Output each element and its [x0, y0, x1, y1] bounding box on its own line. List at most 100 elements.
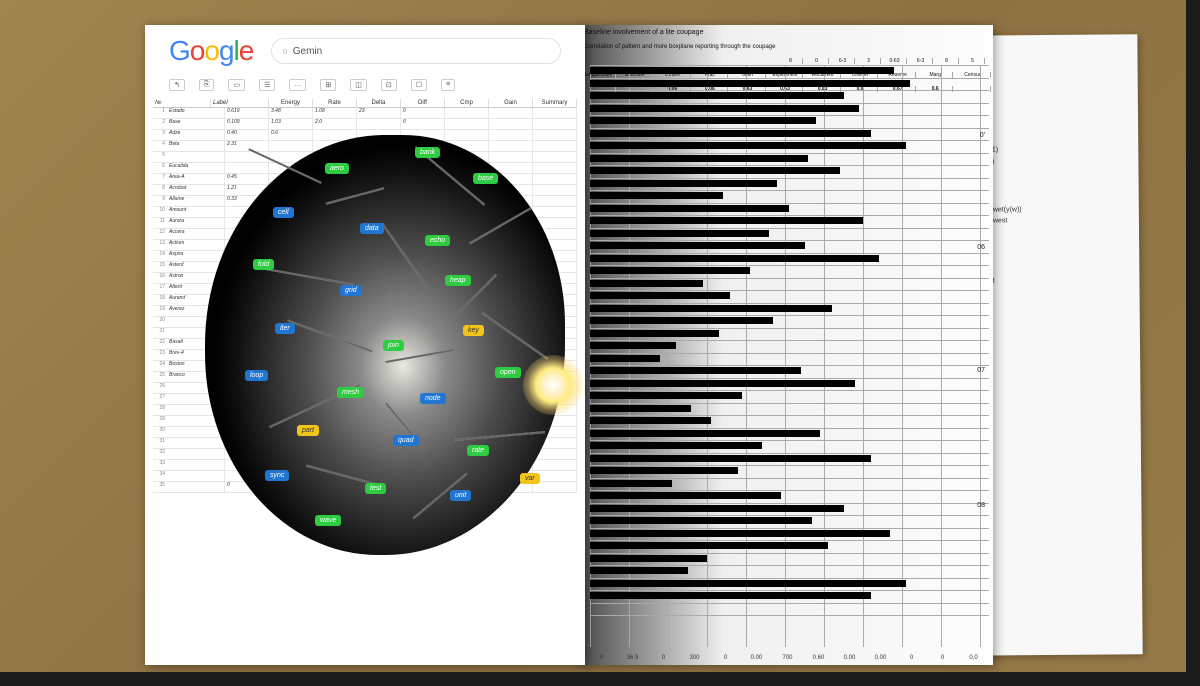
table-row: 6Eucalida [153, 163, 577, 174]
toolbar-button[interactable]: ⊞ [320, 79, 336, 91]
chart-bar [590, 405, 691, 412]
table-row: 1Estado0.6193.481.08230 [153, 108, 577, 119]
chart-bar [590, 317, 773, 324]
chart-bar [590, 267, 750, 274]
search-text: Gemin [293, 46, 322, 57]
toolbar-button[interactable]: … [289, 79, 306, 91]
chart-bar [590, 167, 840, 174]
y-tick: 08 [977, 502, 985, 509]
x-axis: 036.9030000.007000.600.000.00000.0 [586, 655, 989, 661]
floating-tag: wave [315, 515, 341, 526]
column-header: Energy [269, 99, 313, 107]
x-tick: 0.60 [803, 655, 834, 661]
chart-bar [590, 205, 789, 212]
sheet-body: 1Estado0.6193.481.082302Base0.1091.032.0… [153, 108, 577, 493]
column-header: Summary [533, 99, 577, 107]
table-row: 3400 [153, 471, 577, 482]
spreadsheet: №LabelEnergyRateDeltaDiffCmpGainSummary … [153, 99, 577, 493]
chart-bar [590, 467, 738, 474]
x-tick: 0.0 [958, 655, 989, 661]
chart-bar [590, 292, 730, 299]
table-row: 20 [153, 317, 577, 328]
table-row: 3500.60.3 [153, 482, 577, 493]
chart-bar [590, 67, 894, 74]
bar-chart: 0'060708 [582, 65, 989, 647]
chart-bar [590, 217, 863, 224]
table-row: 320.3 [153, 449, 577, 460]
x-tick: 0 [710, 655, 741, 661]
page-2-title-1: Baseline involvement of a lite coupage [578, 25, 993, 40]
chart-bar [590, 117, 816, 124]
chart-bar [590, 330, 719, 337]
table-row: 22Basalt [153, 339, 577, 350]
column-header: Gain [489, 99, 533, 107]
toolbar-button[interactable]: ☐ [411, 79, 427, 91]
chart-bar [590, 355, 660, 362]
column-header: Diff [401, 99, 445, 107]
table-row: 2Base0.1091.032.00 [153, 119, 577, 130]
table-row: 5 [153, 152, 577, 163]
x-tick: 300 [679, 655, 710, 661]
y-tick: 06 [977, 244, 985, 251]
table-row: 12Accera [153, 229, 577, 240]
table-row: 15Asterd [153, 262, 577, 273]
toolbar-button[interactable]: ↰ [169, 79, 185, 91]
y-tick: 0' [980, 132, 985, 139]
table-row: 17Attent1.04 [153, 284, 577, 295]
chart-bar [590, 430, 820, 437]
chart-bar [590, 92, 844, 99]
column-header: Delta [357, 99, 401, 107]
x-tick: 0.00 [741, 655, 772, 661]
table-row: 28 [153, 405, 577, 416]
chart-bar [590, 342, 676, 349]
chart-bar [590, 230, 769, 237]
column-header: Cmp [445, 99, 489, 107]
chart-bar [590, 505, 844, 512]
search-input[interactable]: Gemin [271, 38, 561, 64]
chart-bar [590, 455, 871, 462]
header: Google Gemin [145, 25, 585, 77]
chart-bar [590, 417, 711, 424]
toolbar-button[interactable]: ≡ [441, 79, 455, 91]
chart-bar [590, 480, 672, 487]
chart-bar [590, 392, 742, 399]
chart-bar [590, 155, 808, 162]
x-tick: 36.9 [617, 655, 648, 661]
chart-bar [590, 105, 859, 112]
table-row: 290.660.4 [153, 416, 577, 427]
chart-bar [590, 580, 906, 587]
chart-bar [590, 592, 871, 599]
x-tick: 700 [772, 655, 803, 661]
x-tick: 0 [927, 655, 958, 661]
toolbar-button[interactable]: ◫ [350, 79, 367, 91]
table-row: 301.40.10 [153, 427, 577, 438]
table-row: 9Allume0.33 [153, 196, 577, 207]
chart-bar [590, 367, 801, 374]
x-tick: 0 [648, 655, 679, 661]
chart-bar [590, 567, 688, 574]
toolbar-button[interactable]: ▭ [228, 79, 245, 91]
sheet-header-row: №LabelEnergyRateDeltaDiffCmpGainSummary [153, 99, 577, 108]
chart-bar [590, 130, 871, 137]
column-header: Rate [313, 99, 357, 107]
column-header: № [153, 99, 211, 107]
table-row: 13Actium [153, 240, 577, 251]
x-tick: 0 [896, 655, 927, 661]
chart-bar [590, 542, 828, 549]
toolbar: ↰ ⎘ ▭ ☰ … ⊞ ◫ ⊡ ☐ ≡ [145, 77, 585, 93]
page-1-spreadsheet: Google Gemin ↰ ⎘ ▭ ☰ … ⊞ ◫ ⊡ ☐ ≡ №LabelEnergyRate… [145, 25, 585, 665]
chart-bar [590, 305, 832, 312]
toolbar-button[interactable]: ⎘ [199, 79, 215, 91]
chart-bar [590, 280, 703, 287]
chart-bar [590, 80, 910, 87]
page-2-title-2: Correlation of pattern and more boxplane… [578, 40, 993, 54]
toolbar-button[interactable]: ☰ [259, 79, 275, 91]
table-row: 7Area-A0.45 [153, 174, 577, 185]
google-logo: Google [169, 35, 253, 67]
table-row: 310.700 [153, 438, 577, 449]
chart-bar [590, 380, 855, 387]
table-row: 25Branco [153, 372, 577, 383]
table-row: 19Averez [153, 306, 577, 317]
table-row: 18Aurand [153, 295, 577, 306]
toolbar-button[interactable]: ⊡ [381, 79, 397, 91]
